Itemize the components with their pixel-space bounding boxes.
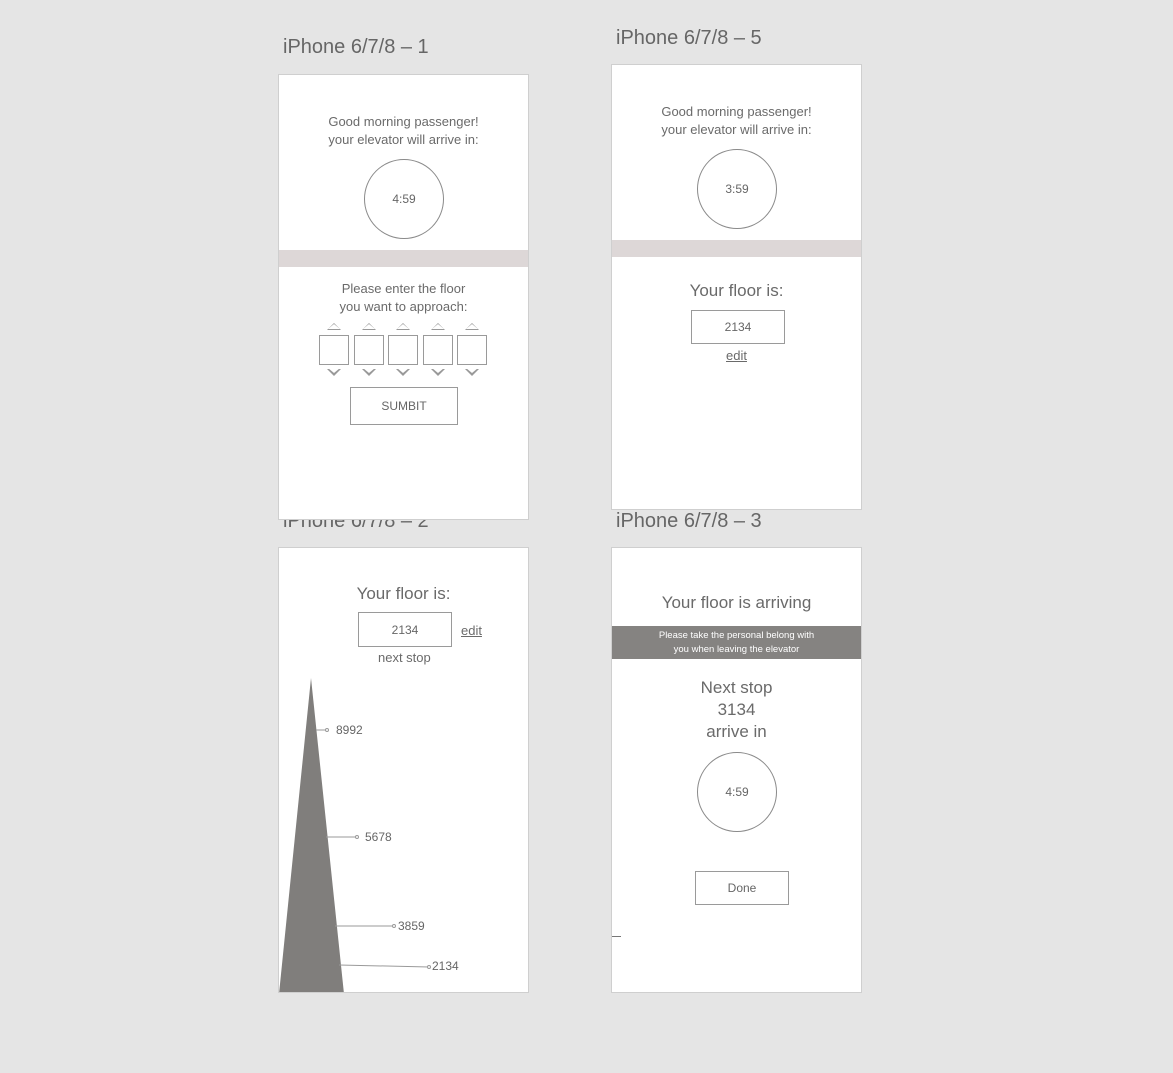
greeting-line-1: Good morning passenger! <box>661 104 812 119</box>
section-divider <box>279 250 528 267</box>
arriving-heading: Your floor is arriving <box>661 593 812 612</box>
greeting-text: Good morning passenger! your elevator wi… <box>279 113 528 149</box>
floor-heading: Your floor is: <box>689 281 784 300</box>
greeting-line-1: Good morning passenger! <box>328 114 479 129</box>
belongings-notice: Please take the personal belong with you… <box>612 626 861 659</box>
submit-button[interactable]: SUMBIT <box>350 387 458 425</box>
dash-mark <box>612 936 621 937</box>
section-divider <box>612 240 861 257</box>
greeting-line-2: your elevator will arrive in: <box>328 132 479 147</box>
screen-elevator-progress: Your floor is: 2134 edit next stop 8992 … <box>278 547 529 993</box>
countdown-timer: 4:59 <box>697 752 777 832</box>
stop-label-2: 5678 <box>365 830 392 844</box>
stop-label-1: 8992 <box>336 723 363 737</box>
edit-link-wrap: edit <box>612 347 861 365</box>
digit-input[interactable] <box>354 335 384 365</box>
next-stop-label: Next stop <box>700 678 773 697</box>
artboard-title-3: iPhone 6/7/8 – 3 <box>616 510 762 532</box>
digit-input[interactable] <box>423 335 453 365</box>
stop-marker <box>325 728 329 732</box>
countdown-timer: 4:59 <box>364 159 444 239</box>
digit-input[interactable] <box>457 335 487 365</box>
next-stop-value: 3134 <box>717 700 756 719</box>
decrement-arrow-icon[interactable] <box>465 368 479 376</box>
digit-input[interactable] <box>388 335 418 365</box>
digit-input[interactable] <box>319 335 349 365</box>
screen-floor-arriving: Your floor is arriving Please take the p… <box>611 547 862 993</box>
notice-line-2: you when leaving the elevator <box>673 643 800 655</box>
artboard-title-5: iPhone 6/7/8 – 5 <box>616 27 762 49</box>
screen-floor-entry: Good morning passenger! your elevator wi… <box>278 74 529 520</box>
prompt-line-2: you want to approach: <box>339 299 468 314</box>
notice-line-1: Please take the personal belong with <box>658 629 815 641</box>
increment-arrow-icon[interactable] <box>362 323 376 330</box>
stop-leader-line <box>338 964 430 968</box>
decrement-arrow-icon[interactable] <box>431 368 445 376</box>
decrement-arrow-icon[interactable] <box>327 368 341 376</box>
increment-arrow-icon[interactable] <box>396 323 410 330</box>
decrement-arrow-icon[interactable] <box>362 368 376 376</box>
screen-floor-confirmed: Good morning passenger! your elevator wi… <box>611 64 862 510</box>
stop-marker <box>392 924 396 928</box>
edit-link[interactable]: edit <box>726 348 747 363</box>
decrement-arrow-icon[interactable] <box>396 368 410 376</box>
increment-arrow-icon[interactable] <box>327 323 341 330</box>
stop-label-4: 2134 <box>432 959 459 973</box>
stop-marker <box>355 835 359 839</box>
greeting-text: Good morning passenger! your elevator wi… <box>612 103 861 139</box>
countdown-timer: 3:59 <box>697 149 777 229</box>
increment-arrow-icon[interactable] <box>465 323 479 330</box>
elevator-shaft-shape <box>279 678 344 992</box>
stop-marker <box>427 965 431 969</box>
artboard-title-1: iPhone 6/7/8 – 1 <box>283 36 429 58</box>
arrive-in-label: arrive in <box>706 722 767 741</box>
next-stop-info: Next stop 3134 arrive in <box>612 677 861 743</box>
increment-arrow-icon[interactable] <box>431 323 445 330</box>
floor-prompt: Please enter the floor you want to appro… <box>279 280 528 316</box>
done-button[interactable]: Done <box>695 871 789 905</box>
greeting-line-2: your elevator will arrive in: <box>661 122 812 137</box>
prompt-line-1: Please enter the floor <box>341 281 466 296</box>
stop-label-3: 3859 <box>398 919 425 933</box>
floor-value-box: 2134 <box>691 310 785 344</box>
